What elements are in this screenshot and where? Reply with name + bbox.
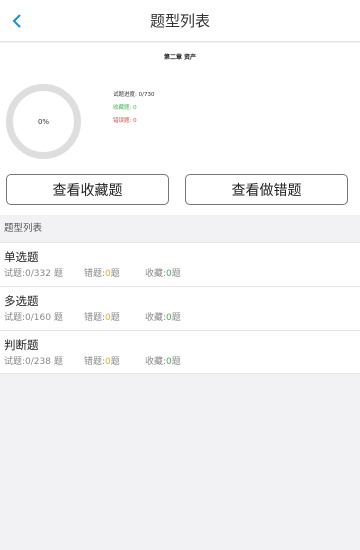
- item-fav-prefix: 收藏:: [145, 313, 167, 323]
- wrong-stat: 错误题: 0: [113, 118, 137, 124]
- item-fav: 收藏:0题: [145, 354, 181, 367]
- item-wrong-suffix: 题: [110, 357, 120, 367]
- item-count: 试题:0/238 题: [4, 357, 63, 367]
- view-favorites-button[interactable]: 查看收藏题: [6, 174, 169, 205]
- progress-stat: 试题进度: 0/730: [113, 92, 155, 98]
- progress-ring: 0%: [6, 84, 81, 159]
- item-fav: 收藏:0题: [145, 310, 181, 323]
- item-title: 判断题: [4, 338, 39, 352]
- stats-block: 试题进度: 0/730 收藏题: 0 错误题: 0: [113, 89, 154, 128]
- item-count: 试题:0/160 题: [4, 313, 63, 323]
- section-title: 题型列表: [0, 215, 360, 242]
- list-item[interactable]: 多选题 试题:0/160 题 错题:0题 收藏:0题: [0, 286, 360, 330]
- item-wrong-suffix: 题: [110, 269, 120, 279]
- list-item[interactable]: 判断题 试题:0/238 题 错题:0题 收藏:0题: [0, 330, 360, 374]
- chapter-title: 第二章 资产: [163, 54, 197, 61]
- item-wrong-prefix: 错题:: [84, 357, 106, 367]
- item-wrong: 错题:0题: [84, 354, 120, 367]
- item-count: 试题:0/332 题: [4, 269, 63, 279]
- header-bar: 题型列表: [0, 0, 360, 42]
- favorites-stat: 收藏题: 0: [113, 105, 137, 111]
- item-fav-suffix: 题: [171, 269, 181, 279]
- item-fav-prefix: 收藏:: [145, 269, 167, 279]
- item-wrong-prefix: 错题:: [84, 269, 106, 279]
- item-wrong-prefix: 错题:: [84, 313, 106, 323]
- item-fav: 收藏:0题: [145, 266, 181, 279]
- question-type-list: 单选题 试题:0/332 题 错题:0题 收藏:0题 多选题 试题:0/160 …: [0, 242, 360, 374]
- view-wrong-button[interactable]: 查看做错题: [185, 174, 348, 205]
- item-wrong-suffix: 题: [110, 313, 120, 323]
- item-wrong: 错题:0题: [84, 266, 120, 279]
- progress-percent: 0%: [37, 117, 50, 126]
- list-item[interactable]: 单选题 试题:0/332 题 错题:0题 收藏:0题: [0, 242, 360, 286]
- screen: 题型列表 第二章 资产 0% 试题进度: 0/730 收藏题: 0 错误题: 0…: [0, 0, 360, 550]
- item-fav-suffix: 题: [171, 357, 181, 367]
- item-title: 多选题: [4, 294, 39, 308]
- overview-panel: 第二章 资产 0% 试题进度: 0/730 收藏题: 0 错误题: 0 查看收藏…: [0, 43, 360, 215]
- item-fav-suffix: 题: [171, 313, 181, 323]
- item-title: 单选题: [4, 250, 39, 264]
- item-fav-prefix: 收藏:: [145, 357, 167, 367]
- page-title: 题型列表: [149, 12, 210, 30]
- item-wrong: 错题:0题: [84, 310, 120, 323]
